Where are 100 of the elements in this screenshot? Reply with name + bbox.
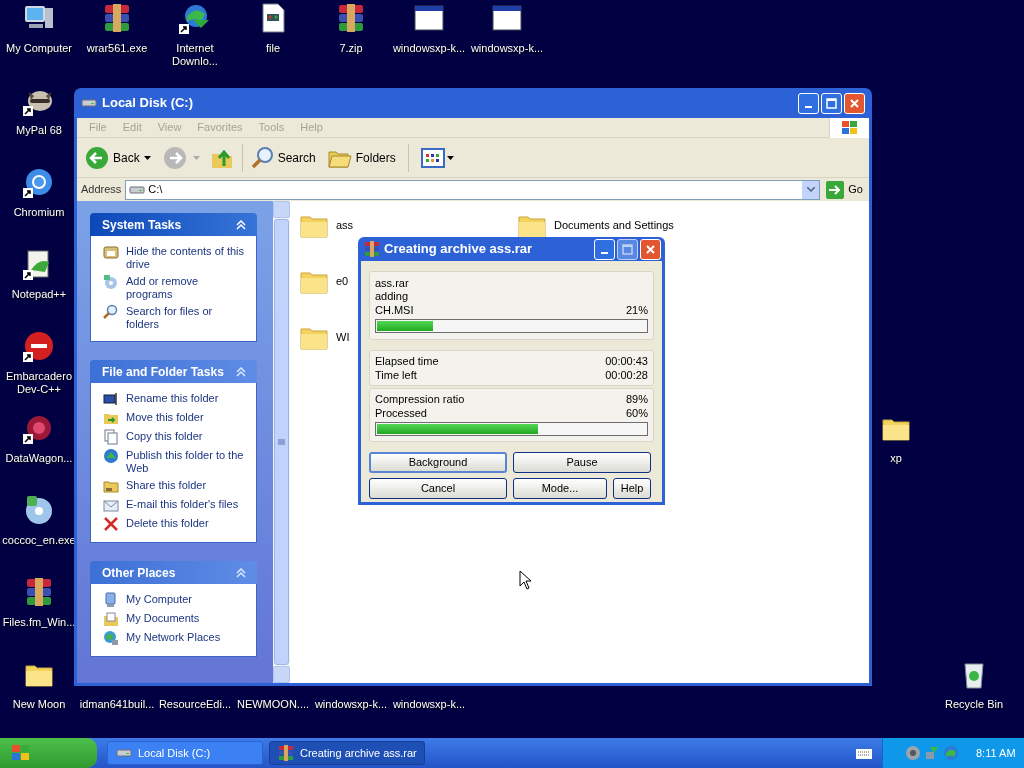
speaker-icon[interactable] bbox=[905, 745, 921, 761]
desktop-icon-label[interactable]: My Computer bbox=[5, 42, 73, 55]
rename-icon bbox=[103, 391, 119, 407]
dropdown-button[interactable] bbox=[802, 180, 820, 199]
desktop-icon-label[interactable]: Internet Downlo... bbox=[156, 42, 234, 68]
desktop-icon-label[interactable]: Chromium bbox=[12, 206, 66, 219]
collapse-icon[interactable] bbox=[235, 567, 247, 578]
back-button[interactable]: Back bbox=[83, 145, 153, 170]
task-link[interactable]: Move this folder bbox=[126, 411, 204, 424]
windows-flag-icon bbox=[10, 743, 32, 763]
stat-label: Compression ratio bbox=[375, 392, 465, 406]
dialog-button[interactable]: Cancel bbox=[369, 478, 507, 499]
views-button[interactable] bbox=[420, 147, 454, 168]
close-button[interactable] bbox=[640, 238, 661, 260]
mouse-pointer-icon bbox=[519, 570, 533, 590]
desktop-icon-label[interactable]: Notepad++ bbox=[10, 288, 68, 301]
minimize-icon bbox=[805, 105, 812, 108]
maximize-button[interactable] bbox=[617, 238, 638, 260]
task-link[interactable]: Delete this folder bbox=[126, 517, 209, 530]
folders-button[interactable]: Folders bbox=[327, 146, 396, 169]
stat-value: 00:00:43 bbox=[605, 354, 648, 368]
desktop-icon-label[interactable]: wrar561.exe bbox=[85, 42, 149, 55]
address-field[interactable]: C:\ bbox=[125, 179, 821, 200]
action-label: adding bbox=[375, 290, 410, 303]
folder-name[interactable]: e0 bbox=[336, 273, 349, 290]
taskbar-button[interactable]: Creating archive ass.rar bbox=[269, 741, 425, 765]
shortcut-arrow-icon bbox=[23, 434, 33, 444]
chevron-down-icon bbox=[806, 187, 815, 192]
desktop-icon-label[interactable]: New Moon bbox=[11, 698, 67, 711]
task-link[interactable]: E-mail this folder's files bbox=[126, 498, 239, 511]
dialog-button[interactable]: Help bbox=[613, 478, 651, 499]
stat-label: CH.MSI bbox=[375, 303, 414, 317]
minimize-button[interactable] bbox=[594, 238, 615, 260]
maximize-button[interactable] bbox=[821, 92, 842, 114]
minimize-button[interactable] bbox=[798, 92, 819, 114]
dialog-button[interactable]: Background bbox=[369, 452, 507, 473]
desktop-icon-label[interactable]: Embarcadero Dev-C++ bbox=[0, 370, 78, 396]
shortcut-arrow-icon bbox=[23, 352, 33, 362]
task-link[interactable]: My Computer bbox=[126, 593, 193, 606]
computer-icon bbox=[103, 592, 119, 608]
desktop-icon-label[interactable]: windowsxp-k... bbox=[392, 698, 466, 711]
shortcut-arrow-icon bbox=[23, 106, 33, 116]
search-button[interactable]: Search bbox=[250, 145, 316, 170]
desktop-icon-label[interactable]: idman641buil... bbox=[79, 698, 155, 711]
start-button[interactable] bbox=[0, 738, 97, 768]
desktop-icon-label[interactable]: coccoc_en.exe bbox=[1, 534, 77, 547]
close-button[interactable] bbox=[844, 92, 865, 114]
desktop-icon-label[interactable]: xp bbox=[889, 452, 903, 465]
desktop-icon-label[interactable]: ResourceEdi... bbox=[158, 698, 232, 711]
desktop-icon-label[interactable]: 7.zip bbox=[338, 42, 364, 55]
desktop-icon-label[interactable]: Recycle Bin bbox=[943, 698, 1005, 711]
desktop-icon-label[interactable]: MyPal 68 bbox=[15, 124, 63, 137]
collapse-icon[interactable] bbox=[235, 366, 247, 377]
task-link[interactable]: Copy this folder bbox=[126, 430, 203, 443]
task-panel-header[interactable]: Other Places bbox=[90, 561, 257, 584]
folder-name[interactable]: WI bbox=[336, 329, 350, 346]
task-link[interactable]: My Network Places bbox=[126, 631, 221, 644]
address-label: Address bbox=[81, 182, 122, 198]
dialog-button[interactable]: Mode... bbox=[513, 478, 607, 499]
desktop-icon-label[interactable]: Files.fm_Win... bbox=[1, 616, 77, 629]
windows-flag-icon bbox=[840, 119, 859, 136]
window-icon bbox=[491, 2, 523, 34]
shortcut-arrow-icon bbox=[179, 24, 189, 34]
desktop-icon-label[interactable]: file bbox=[264, 42, 282, 55]
task-link[interactable]: My Documents bbox=[126, 612, 200, 625]
desktop-icon-label[interactable]: NEWMOON.... bbox=[236, 698, 310, 711]
desktop-icon-label[interactable]: DataWagon... bbox=[4, 452, 74, 465]
maximize-icon bbox=[826, 97, 837, 109]
stat-value: 21% bbox=[625, 303, 648, 317]
go-button[interactable]: Go bbox=[824, 180, 865, 199]
caret-icon bbox=[446, 155, 454, 160]
clock: 8:11 AM bbox=[976, 745, 1016, 761]
views-icon bbox=[420, 147, 445, 168]
task-link[interactable]: Hide the contents of this drive bbox=[126, 245, 244, 271]
folder-name[interactable]: Documents and Settings bbox=[554, 217, 674, 234]
task-link[interactable]: Share this folder bbox=[126, 479, 207, 492]
task-link[interactable]: Search for files or folders bbox=[126, 305, 244, 331]
scrollbar[interactable] bbox=[273, 201, 290, 683]
close-icon bbox=[645, 243, 656, 255]
desktop-icon-label[interactable]: windowsxp-k... bbox=[391, 42, 467, 55]
round-badge-icon bbox=[23, 330, 55, 362]
task-link[interactable]: Add or remove programs bbox=[126, 275, 244, 301]
dialog-button[interactable]: Pause bbox=[513, 452, 651, 473]
archive-name: ass.rar bbox=[375, 277, 410, 290]
table-icon bbox=[103, 244, 119, 260]
taskbar-button[interactable]: Local Disk (C:) bbox=[107, 741, 263, 765]
window-icon bbox=[413, 2, 445, 34]
disc-icon bbox=[23, 494, 55, 526]
desktop-icon-label[interactable]: windowsxp-k... bbox=[469, 42, 545, 55]
task-panel-header[interactable]: System Tasks bbox=[90, 213, 257, 236]
task-link[interactable]: Rename this folder bbox=[126, 392, 219, 405]
folder-icon bbox=[103, 611, 119, 627]
task-link[interactable]: Publish this folder to the Web bbox=[126, 449, 244, 475]
stat-label: Processed bbox=[375, 406, 427, 420]
folder-name[interactable]: ass bbox=[336, 217, 354, 234]
task-panel-header[interactable]: File and Folder Tasks bbox=[90, 360, 257, 383]
shortcut-arrow-icon bbox=[23, 270, 33, 280]
desktop-icon-label[interactable]: windowsxp-k... bbox=[314, 698, 388, 711]
search-icon bbox=[250, 145, 275, 170]
stat-value: 00:00:28 bbox=[605, 368, 648, 382]
